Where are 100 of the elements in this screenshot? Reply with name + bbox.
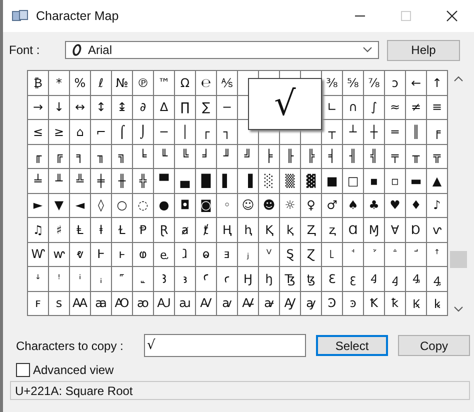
character-cell[interactable]: Ᵽ bbox=[133, 218, 154, 242]
character-cell[interactable]: ⱶ bbox=[112, 242, 133, 267]
scroll-thumb[interactable] bbox=[450, 250, 467, 268]
character-cell[interactable]: ↄ bbox=[385, 71, 406, 96]
character-cell[interactable]: Ꜯ bbox=[406, 267, 427, 292]
character-cell[interactable]: ╜ bbox=[217, 144, 238, 169]
character-cell[interactable]: Ꝁ bbox=[364, 292, 385, 316]
character-cell[interactable]: ꜭ bbox=[385, 267, 406, 292]
character-cell[interactable]: ⅝ bbox=[343, 71, 364, 96]
character-cell[interactable]: Ⱬ bbox=[301, 218, 322, 242]
character-cell[interactable]: ∫ bbox=[364, 96, 385, 120]
character-cell[interactable]: ╢ bbox=[343, 144, 364, 169]
character-cell[interactable]: ꜱ bbox=[49, 292, 70, 316]
character-cell[interactable]: ■ bbox=[322, 169, 343, 194]
character-cell[interactable]: Ꜷ bbox=[154, 292, 175, 316]
character-cell[interactable]: ╬ bbox=[133, 169, 154, 194]
character-cell[interactable]: │ bbox=[175, 120, 196, 144]
character-cell[interactable]: ⱹ bbox=[175, 242, 196, 267]
character-cell[interactable]: ∆ bbox=[154, 96, 175, 120]
character-cell[interactable]: ⱼ bbox=[238, 242, 259, 267]
character-cell[interactable]: ↨ bbox=[112, 96, 133, 120]
character-cell[interactable]: ○ bbox=[112, 194, 133, 218]
character-cell[interactable]: ← bbox=[406, 71, 427, 96]
character-cell[interactable]: Ⱨ bbox=[217, 218, 238, 242]
character-cell[interactable]: ♥ bbox=[385, 194, 406, 218]
character-cell[interactable]: ≠ bbox=[406, 96, 427, 120]
character-cell[interactable]: ● bbox=[154, 194, 175, 218]
character-cell[interactable]: * bbox=[49, 71, 70, 96]
character-cell[interactable]: ♦ bbox=[406, 194, 427, 218]
character-cell[interactable]: ꜖ bbox=[322, 242, 343, 267]
character-cell[interactable]: ☺ bbox=[238, 194, 259, 218]
character-cell[interactable]: ╖ bbox=[91, 144, 112, 169]
character-cell[interactable]: Ꜧ bbox=[238, 267, 259, 292]
character-cell[interactable]: ║ bbox=[406, 120, 427, 144]
character-cell[interactable]: ☻ bbox=[259, 194, 280, 218]
character-cell[interactable]: ◘ bbox=[175, 194, 196, 218]
character-cell[interactable]: ⱦ bbox=[196, 218, 217, 242]
character-cell[interactable]: ▬ bbox=[406, 169, 427, 194]
character-cell[interactable]: ↓ bbox=[49, 96, 70, 120]
character-cell[interactable]: ꜙ bbox=[385, 242, 406, 267]
character-cell[interactable]: ⱻ bbox=[217, 242, 238, 267]
scroll-up-icon[interactable] bbox=[454, 76, 463, 82]
character-cell[interactable]: ╙ bbox=[154, 144, 175, 169]
character-cell[interactable]: Ɽ bbox=[154, 218, 175, 242]
character-cell[interactable]: ─ bbox=[154, 120, 175, 144]
character-cell[interactable]: ▐ bbox=[238, 169, 259, 194]
character-cell[interactable]: ⱡ bbox=[91, 218, 112, 242]
character-cell[interactable]: ₿ bbox=[28, 71, 49, 96]
character-cell[interactable]: − bbox=[217, 96, 238, 120]
character-cell[interactable]: ꜿ bbox=[343, 292, 364, 316]
character-cell[interactable]: ╓ bbox=[28, 144, 49, 169]
character-cell[interactable]: ↕ bbox=[91, 96, 112, 120]
character-cell[interactable]: ꜷ bbox=[175, 292, 196, 316]
character-cell[interactable]: ꜠ bbox=[112, 267, 133, 292]
character-cell[interactable]: ꜻ bbox=[259, 292, 280, 316]
copy-button[interactable]: Copy bbox=[398, 335, 470, 356]
character-cell[interactable]: ═ bbox=[385, 120, 406, 144]
character-cell[interactable]: ⌡ bbox=[133, 120, 154, 144]
character-cell[interactable]: ╕ bbox=[70, 144, 91, 169]
character-cell[interactable]: ╝ bbox=[238, 144, 259, 169]
character-cell[interactable]: ∑ bbox=[196, 96, 217, 120]
character-cell[interactable]: ⌐ bbox=[91, 120, 112, 144]
character-cell[interactable]: ꜡ bbox=[133, 267, 154, 292]
character-cell[interactable]: ⌂ bbox=[70, 120, 91, 144]
character-cell[interactable]: ┼ bbox=[364, 120, 385, 144]
character-cell[interactable]: Ɒ bbox=[406, 218, 427, 242]
character-cell[interactable]: ꜣ bbox=[175, 267, 196, 292]
character-cell[interactable]: ꜧ bbox=[259, 267, 280, 292]
character-cell[interactable]: ꜹ bbox=[217, 292, 238, 316]
character-cell[interactable]: ╗ bbox=[112, 144, 133, 169]
character-cell[interactable]: Ⱪ bbox=[259, 218, 280, 242]
character-cell[interactable]: ▀ bbox=[154, 169, 175, 194]
character-cell[interactable]: ╤ bbox=[385, 144, 406, 169]
character-cell[interactable]: ┌ bbox=[196, 120, 217, 144]
character-cell[interactable]: ▼ bbox=[49, 194, 70, 218]
character-cell[interactable]: ╩ bbox=[70, 169, 91, 194]
character-cell[interactable]: ⱴ bbox=[70, 242, 91, 267]
character-cell[interactable]: ⱳ bbox=[49, 242, 70, 267]
character-cell[interactable]: Ꜳ bbox=[70, 292, 91, 316]
character-cell[interactable]: ↔ bbox=[70, 96, 91, 120]
character-cell[interactable]: ꜵ bbox=[133, 292, 154, 316]
character-cell[interactable]: ꜟ bbox=[91, 267, 112, 292]
character-cell[interactable]: ┴ bbox=[343, 120, 364, 144]
character-cell[interactable]: ⱨ bbox=[238, 218, 259, 242]
character-cell[interactable]: ♣ bbox=[364, 194, 385, 218]
font-dropdown[interactable]: Arial bbox=[65, 41, 379, 59]
checkbox[interactable] bbox=[16, 363, 30, 377]
character-cell[interactable]: ⱺ bbox=[196, 242, 217, 267]
character-cell[interactable]: % bbox=[70, 71, 91, 96]
scroll-down-icon[interactable] bbox=[454, 306, 463, 312]
character-cell[interactable]: ∂ bbox=[133, 96, 154, 120]
character-cell[interactable]: ↑ bbox=[427, 71, 448, 96]
character-cell[interactable]: ◊ bbox=[91, 194, 112, 218]
character-cell[interactable]: ▲ bbox=[427, 169, 448, 194]
character-cell[interactable]: ◄ bbox=[70, 194, 91, 218]
character-cell[interactable]: Ɀ bbox=[301, 242, 322, 267]
character-cell[interactable]: Ꜽ bbox=[280, 292, 301, 316]
character-cell[interactable]: Ɫ bbox=[112, 218, 133, 242]
character-cell[interactable]: ꜯ bbox=[427, 267, 448, 292]
character-cell[interactable]: ꜗ bbox=[343, 242, 364, 267]
